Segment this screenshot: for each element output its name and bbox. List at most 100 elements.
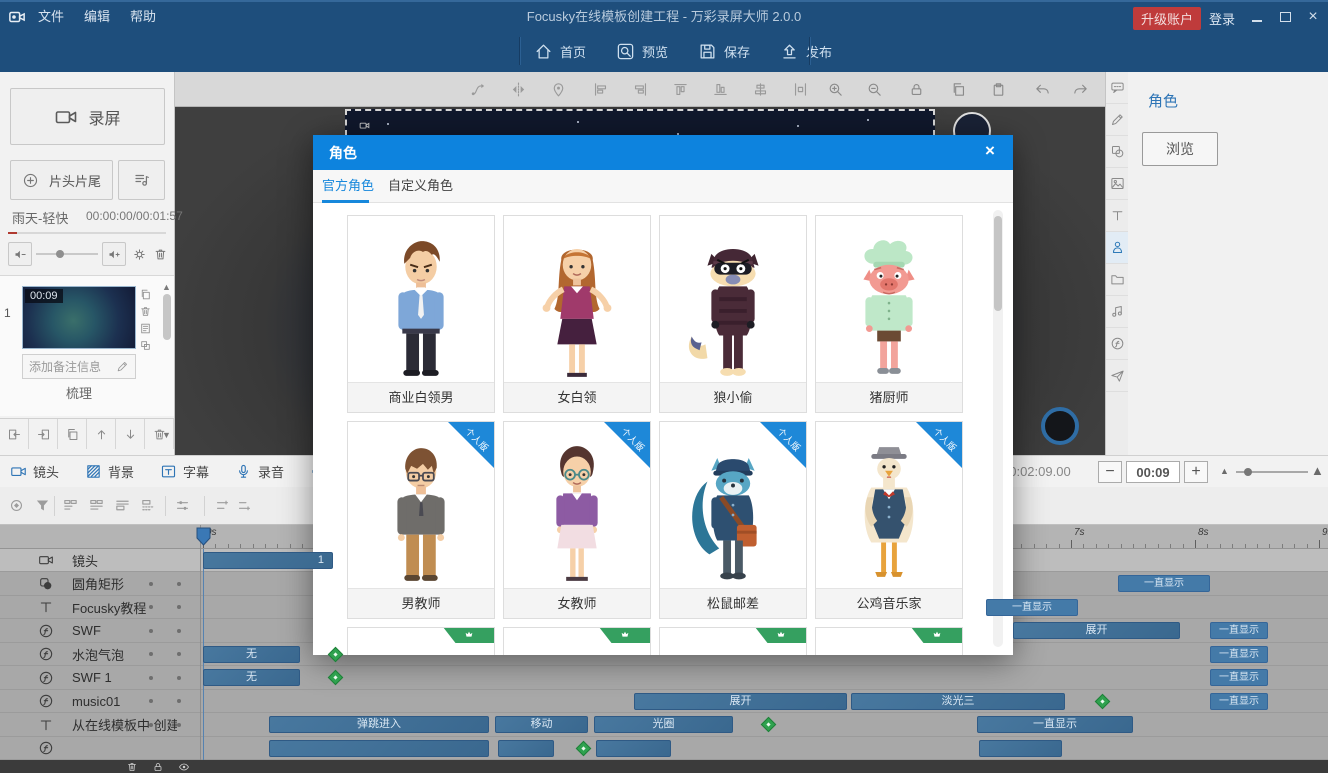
record-indicator[interactable] bbox=[1041, 407, 1079, 445]
canvas-tool-undo[interactable] bbox=[1034, 81, 1051, 98]
playhead-handle[interactable] bbox=[196, 527, 211, 551]
strip-flash[interactable] bbox=[1106, 328, 1129, 360]
character-card-partial[interactable] bbox=[347, 627, 495, 655]
duration-plus-button[interactable]: + bbox=[1184, 461, 1208, 483]
slide-bottom-tool-trash[interactable] bbox=[145, 419, 174, 449]
slide-note-input[interactable]: 添加备注信息 bbox=[22, 354, 136, 379]
character-card[interactable]: 猪厨师 bbox=[815, 215, 963, 413]
timeline-badge[interactable]: 一直显示 bbox=[1118, 575, 1210, 592]
login-button[interactable]: 登录 bbox=[1205, 7, 1239, 30]
zoom-in-large-icon[interactable]: ▲ bbox=[1311, 463, 1324, 478]
canvas-tool-lock[interactable] bbox=[908, 81, 925, 98]
tool-track-plus-a[interactable] bbox=[214, 497, 231, 514]
timeline-bar[interactable] bbox=[596, 740, 671, 757]
tool-rows-c[interactable] bbox=[114, 497, 131, 514]
timeline-zoom-slider[interactable] bbox=[1236, 471, 1308, 473]
timeline-badge[interactable]: 一直显示 bbox=[1210, 646, 1268, 663]
canvas-tool-zoom-in[interactable] bbox=[827, 81, 844, 98]
strip-character[interactable] bbox=[1106, 232, 1129, 264]
dialog-close-button[interactable]: × bbox=[979, 141, 1001, 161]
timeline-bar[interactable]: 无 bbox=[203, 646, 300, 663]
footer-trash[interactable] bbox=[126, 761, 138, 773]
tool-track-adjust[interactable] bbox=[174, 497, 191, 514]
media-tool-subtitle[interactable]: 字幕 bbox=[160, 462, 209, 481]
track-dot[interactable] bbox=[149, 652, 153, 656]
browse-button[interactable]: 浏览 bbox=[1142, 132, 1218, 166]
character-card[interactable]: 女白领 bbox=[503, 215, 651, 413]
slide-thumbnail[interactable]: 00:09 bbox=[22, 286, 136, 349]
strip-plane[interactable] bbox=[1106, 360, 1129, 392]
footer-lock[interactable] bbox=[152, 761, 164, 773]
timeline-bar[interactable]: 移动 bbox=[495, 716, 588, 733]
slide-tool-copy[interactable] bbox=[139, 288, 155, 301]
character-card-partial[interactable] bbox=[503, 627, 651, 655]
timeline-badge[interactable]: 一直显示 bbox=[1210, 693, 1268, 710]
intro-outro-button[interactable]: 片头片尾 bbox=[10, 160, 113, 200]
canvas-tool-motion-path[interactable] bbox=[470, 81, 487, 98]
timeline-bar[interactable] bbox=[979, 740, 1062, 757]
tool-keyframe-target[interactable] bbox=[8, 497, 25, 514]
timeline-bar[interactable]: 无 bbox=[203, 669, 300, 686]
music-delete-button[interactable] bbox=[150, 242, 170, 266]
volume-slider-knob[interactable] bbox=[56, 250, 64, 258]
track-dot[interactable] bbox=[177, 652, 181, 656]
zoom-out-small-icon[interactable]: ▲ bbox=[1220, 466, 1229, 476]
volume-up-button[interactable] bbox=[102, 242, 126, 266]
timeline-badge[interactable]: 一直显示 bbox=[1210, 622, 1268, 639]
canvas-tool-align-middle[interactable] bbox=[752, 81, 769, 98]
footer-eye[interactable] bbox=[178, 761, 190, 773]
timeline-badge[interactable]: 一直显示 bbox=[1210, 669, 1268, 686]
character-card[interactable]: 松鼠邮差个人版 bbox=[659, 421, 807, 619]
main-toolbar-home[interactable]: 首页 bbox=[534, 42, 586, 61]
canvas-tool-copy[interactable] bbox=[950, 81, 967, 98]
track-dot[interactable] bbox=[149, 629, 153, 633]
canvas-tool-paste[interactable] bbox=[990, 81, 1007, 98]
tool-track-plus-b[interactable] bbox=[236, 497, 253, 514]
strip-text[interactable] bbox=[1106, 200, 1129, 232]
main-toolbar-preview[interactable]: 预览 bbox=[616, 42, 668, 61]
strip-comment[interactable] bbox=[1106, 72, 1129, 104]
tab-自定义角色[interactable]: 自定义角色 bbox=[388, 170, 453, 202]
canvas-tool-align-left[interactable] bbox=[592, 81, 609, 98]
dialog-scrollbar-thumb[interactable] bbox=[994, 216, 1002, 311]
strip-image[interactable] bbox=[1106, 168, 1129, 200]
record-screen-button[interactable]: 录屏 bbox=[10, 88, 165, 145]
maximize-button[interactable] bbox=[1274, 9, 1296, 25]
character-card[interactable]: 女教师个人版 bbox=[503, 421, 651, 619]
canvas-tool-pin-lock[interactable] bbox=[550, 81, 567, 98]
tool-rows-d[interactable] bbox=[140, 497, 157, 514]
slide-bottom-tool-copy[interactable] bbox=[58, 419, 87, 449]
track-dot[interactable] bbox=[177, 605, 181, 609]
track-dot[interactable] bbox=[177, 676, 181, 680]
menu-0[interactable]: 文件 bbox=[28, 3, 74, 31]
track-dot[interactable] bbox=[177, 582, 181, 586]
volume-slider[interactable] bbox=[36, 253, 98, 255]
character-card[interactable]: 商业白领男 bbox=[347, 215, 495, 413]
dialog-scrollbar[interactable] bbox=[993, 210, 1003, 647]
main-toolbar-floppy[interactable]: 保存 bbox=[698, 42, 750, 61]
canvas-tool-align-right[interactable] bbox=[632, 81, 649, 98]
track-dot[interactable] bbox=[149, 699, 153, 703]
minimize-button[interactable] bbox=[1246, 9, 1268, 25]
upgrade-account-button[interactable]: 升级账户 bbox=[1133, 7, 1201, 30]
character-card[interactable]: 男教师个人版 bbox=[347, 421, 495, 619]
tool-rows-a[interactable] bbox=[62, 497, 79, 514]
slide-tool-trash[interactable] bbox=[139, 305, 155, 318]
slide-scrollbar-thumb[interactable] bbox=[163, 294, 171, 340]
track-dot[interactable] bbox=[177, 629, 181, 633]
timeline-badge[interactable]: 一直显示 bbox=[986, 599, 1078, 616]
track-dot[interactable] bbox=[177, 723, 181, 727]
menu-2[interactable]: 帮助 bbox=[120, 3, 166, 31]
tool-filter-funnel[interactable] bbox=[34, 497, 51, 514]
menu-1[interactable]: 编辑 bbox=[74, 3, 120, 31]
scroll-up-icon[interactable]: ▲ bbox=[162, 282, 171, 292]
canvas-tool-align-bottom[interactable] bbox=[712, 81, 729, 98]
timeline-bar[interactable]: 弹跳进入 bbox=[269, 716, 489, 733]
slide-bottom-tool-arrow-up[interactable] bbox=[87, 419, 116, 449]
music-playlist-button[interactable] bbox=[118, 160, 165, 200]
strip-folder[interactable] bbox=[1106, 264, 1129, 296]
track-dot[interactable] bbox=[177, 699, 181, 703]
canvas-tool-flip[interactable] bbox=[510, 81, 527, 98]
timeline-bar[interactable]: 淡光三 bbox=[851, 693, 1065, 710]
music-progress-track[interactable] bbox=[8, 232, 166, 234]
